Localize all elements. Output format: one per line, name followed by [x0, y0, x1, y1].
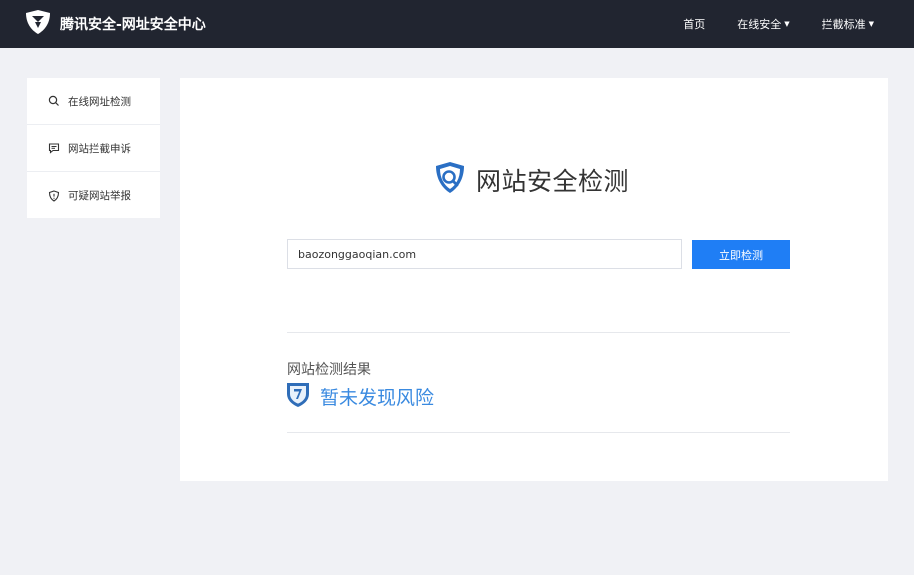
check-now-button[interactable]: 立即检测 — [692, 240, 790, 269]
nav-online-security-label: 在线安全 — [737, 18, 782, 31]
nav-block-standard-label: 拦截标准 — [821, 18, 866, 31]
nav-home[interactable]: 首页 — [683, 16, 705, 32]
search-icon — [48, 95, 60, 107]
sidebar-item-report[interactable]: 可疑网站举报 — [27, 172, 160, 219]
sidebar-item-url-check[interactable]: 在线网址检测 — [27, 78, 160, 125]
divider — [287, 432, 790, 433]
shield-alert-icon — [48, 189, 60, 202]
page-heading: 网站安全检测 — [432, 162, 629, 198]
shield-search-icon — [432, 160, 468, 200]
sidebar-item-label: 网站拦截申诉 — [68, 142, 131, 155]
page-title: 网站安全检测 — [476, 167, 630, 196]
result-row: 暂未发现风险 — [286, 381, 434, 411]
shield-check-icon — [286, 380, 310, 412]
sidebar: 在线网址检测 网站拦截申诉 可疑网站举报 — [27, 78, 160, 218]
main-panel: 网站安全检测 立即检测 网站检测结果 暂未发现风险 — [180, 78, 888, 481]
result-status: 暂未发现风险 — [320, 386, 435, 409]
sidebar-item-label: 可疑网站举报 — [68, 190, 131, 202]
top-nav: 首页 在线安全 ▼ 拦截标准 ▼ — [651, 0, 874, 48]
caret-down-icon: ▼ — [784, 20, 790, 28]
divider — [287, 332, 790, 333]
nav-block-standard[interactable]: 拦截标准 ▼ — [822, 16, 874, 32]
sidebar-item-appeal[interactable]: 网站拦截申诉 — [27, 125, 160, 172]
nav-online-security[interactable]: 在线安全 ▼ — [737, 16, 789, 32]
brand-title: 腾讯安全-网址安全中心 — [60, 17, 206, 33]
tencent-security-logo-icon — [24, 9, 52, 39]
message-icon — [48, 142, 60, 154]
brand[interactable]: 腾讯安全-网址安全中心 — [24, 8, 206, 40]
caret-down-icon: ▼ — [868, 20, 874, 28]
sidebar-item-label: 在线网址检测 — [68, 95, 131, 108]
result-label: 网站检测结果 — [287, 362, 371, 378]
nav-home-label: 首页 — [683, 18, 706, 31]
url-input[interactable] — [287, 239, 682, 269]
top-bar: 腾讯安全-网址安全中心 首页 在线安全 ▼ 拦截标准 ▼ — [0, 0, 914, 48]
